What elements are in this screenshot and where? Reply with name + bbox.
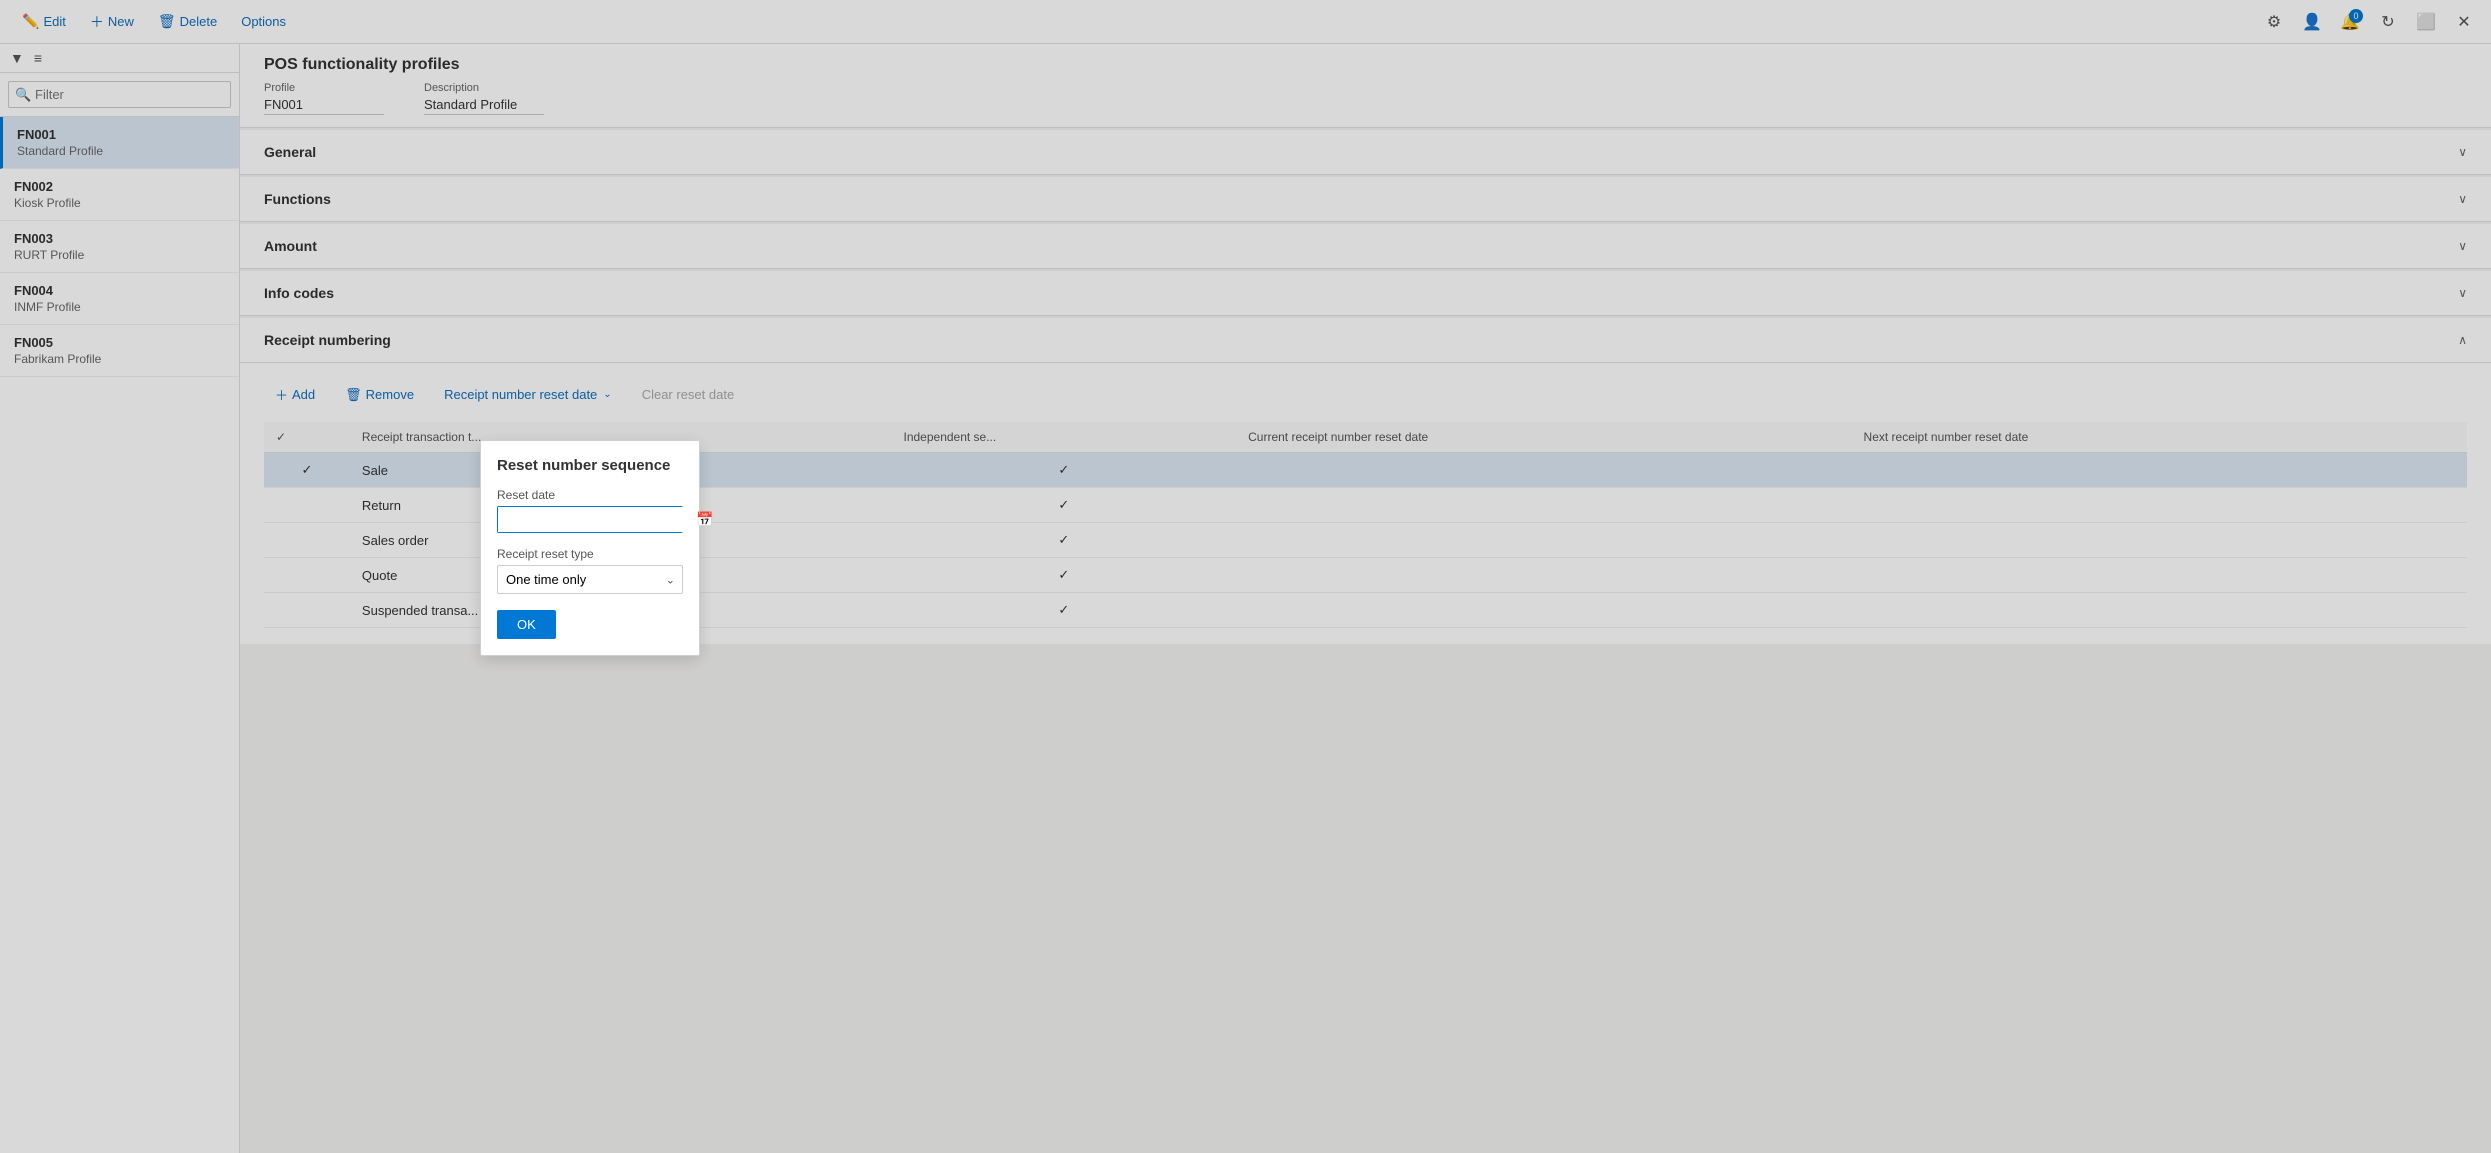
calendar-icon[interactable]: 📅	[690, 507, 719, 532]
modal-ok-button[interactable]: OK	[497, 610, 556, 639]
reset-sequence-modal: Reset number sequence Reset date 📅 Recei…	[480, 440, 700, 656]
modal-select-wrapper: One time onlyRecurring ⌄	[497, 565, 683, 594]
modal-date-input[interactable]	[498, 507, 690, 532]
modal-overlay: Reset number sequence Reset date 📅 Recei…	[0, 0, 2491, 1153]
modal-reset-date-label: Reset date	[497, 488, 683, 502]
modal-title: Reset number sequence	[497, 457, 683, 474]
modal-reset-type-label: Receipt reset type	[497, 547, 683, 561]
modal-input-wrapper: 📅	[497, 506, 683, 533]
modal-reset-type-select[interactable]: One time onlyRecurring	[497, 565, 683, 594]
